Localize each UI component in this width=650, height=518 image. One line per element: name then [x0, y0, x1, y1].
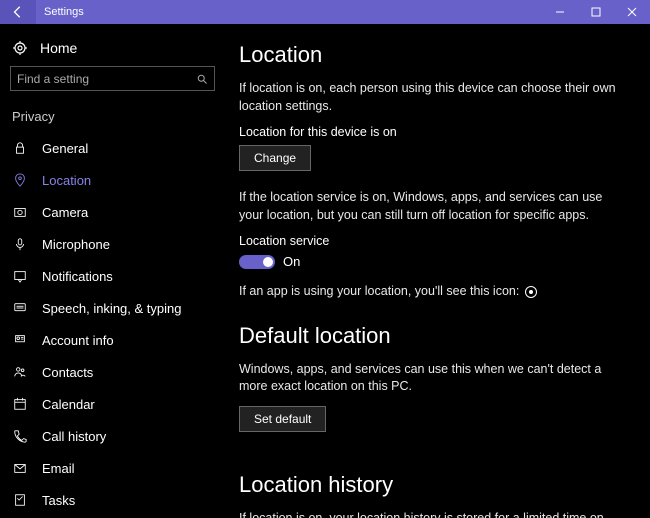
- toggle-switch-icon: [239, 255, 275, 269]
- sidebar-item-label: Location: [42, 173, 91, 188]
- location-history-heading: Location history: [239, 472, 626, 498]
- location-heading: Location: [239, 42, 626, 68]
- maximize-icon: [591, 7, 601, 17]
- sidebar-item-email[interactable]: Email: [0, 452, 225, 484]
- sidebar-item-contacts[interactable]: Contacts: [0, 356, 225, 388]
- default-location-heading: Default location: [239, 323, 626, 349]
- sidebar-item-microphone[interactable]: Microphone: [0, 228, 225, 260]
- maximize-button[interactable]: [578, 0, 614, 24]
- search-input[interactable]: Find a setting: [10, 66, 215, 91]
- microphone-icon: [12, 236, 28, 252]
- arrow-left-icon: [11, 5, 25, 19]
- service-desc: If the location service is on, Windows, …: [239, 189, 619, 224]
- minimize-icon: [555, 7, 565, 17]
- location-target-icon: [525, 286, 537, 298]
- lock-icon: [12, 140, 28, 156]
- search-placeholder: Find a setting: [17, 72, 89, 86]
- notifications-icon: [12, 268, 28, 284]
- window-title: Settings: [36, 6, 84, 18]
- calendar-icon: [12, 396, 28, 412]
- sidebar-item-notifications[interactable]: Notifications: [0, 260, 225, 292]
- contacts-icon: [12, 364, 28, 380]
- change-button[interactable]: Change: [239, 145, 311, 171]
- sidebar-item-tasks[interactable]: Tasks: [0, 484, 225, 516]
- default-location-desc: Windows, apps, and services can use this…: [239, 361, 619, 396]
- location-history-desc: If location is on, your location history…: [239, 510, 619, 518]
- sidebar-item-label: Email: [42, 461, 75, 476]
- sidebar-item-account[interactable]: Account info: [0, 324, 225, 356]
- sidebar-item-label: Calendar: [42, 397, 95, 412]
- tasks-icon: [12, 492, 28, 508]
- speech-icon: [12, 300, 28, 316]
- sidebar-item-location[interactable]: Location: [0, 164, 225, 196]
- location-intro: If location is on, each person using thi…: [239, 80, 619, 115]
- email-icon: [12, 460, 28, 476]
- titlebar: Settings: [0, 0, 650, 24]
- set-default-button[interactable]: Set default: [239, 406, 326, 432]
- sidebar-item-callhistory[interactable]: Call history: [0, 420, 225, 452]
- sidebar-item-label: Call history: [42, 429, 106, 444]
- content-pane: Location If location is on, each person …: [225, 24, 650, 518]
- phone-icon: [12, 428, 28, 444]
- sidebar-item-speech[interactable]: Speech, inking, & typing: [0, 292, 225, 324]
- sidebar-item-label: Account info: [42, 333, 114, 348]
- sidebar-item-general[interactable]: General: [0, 132, 225, 164]
- window-controls: [542, 0, 650, 24]
- service-label: Location service: [239, 234, 626, 248]
- back-button[interactable]: [0, 0, 36, 24]
- sidebar-item-label: Camera: [42, 205, 88, 220]
- toggle-state: On: [283, 254, 300, 269]
- home-button[interactable]: Home: [0, 32, 225, 66]
- sidebar-item-camera[interactable]: Camera: [0, 196, 225, 228]
- sidebar-item-label: Speech, inking, & typing: [42, 301, 181, 316]
- account-icon: [12, 332, 28, 348]
- location-service-toggle[interactable]: On: [239, 254, 626, 269]
- sidebar-item-label: Microphone: [42, 237, 110, 252]
- sidebar-item-calendar[interactable]: Calendar: [0, 388, 225, 420]
- location-icon: [12, 172, 28, 188]
- search-icon: [196, 73, 208, 85]
- sidebar-item-label: General: [42, 141, 88, 156]
- minimize-button[interactable]: [542, 0, 578, 24]
- category-label: Privacy: [0, 105, 225, 132]
- gear-icon: [12, 40, 28, 56]
- close-button[interactable]: [614, 0, 650, 24]
- close-icon: [627, 7, 637, 17]
- device-status: Location for this device is on: [239, 125, 626, 139]
- home-label: Home: [40, 40, 77, 56]
- sidebar-item-label: Contacts: [42, 365, 93, 380]
- app-icon-text: If an app is using your location, you'll…: [239, 283, 619, 301]
- sidebar-item-label: Tasks: [42, 493, 75, 508]
- sidebar-item-label: Notifications: [42, 269, 113, 284]
- camera-icon: [12, 204, 28, 220]
- sidebar: Home Find a setting Privacy General Loca…: [0, 24, 225, 518]
